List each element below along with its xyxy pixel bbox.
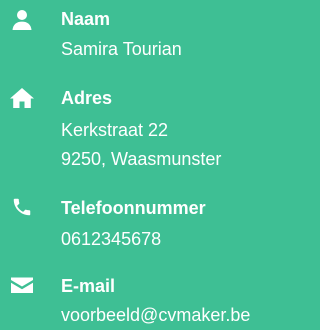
phone-value: 0612345678 bbox=[61, 229, 162, 249]
email-value[interactable]: voorbeeld@cvmaker.be bbox=[61, 301, 250, 330]
name-label: Naam bbox=[61, 9, 111, 29]
contact-panel: Naam Samira Tourian Adres Kerkstraat 22 … bbox=[0, 0, 300, 329]
address-label: Adres bbox=[61, 88, 113, 108]
email-label: E-mail bbox=[61, 276, 116, 296]
phone-icon bbox=[8, 195, 36, 219]
address-line2: 9250, Waasmunster bbox=[61, 149, 222, 169]
user-icon bbox=[8, 8, 36, 32]
name-value: Samira Tourian bbox=[61, 39, 182, 59]
home-icon bbox=[8, 86, 36, 110]
phone-label: Telefoonnummer bbox=[61, 198, 206, 218]
envelope-icon bbox=[8, 273, 36, 297]
address-line1: Kerkstraat 22 bbox=[61, 120, 169, 140]
